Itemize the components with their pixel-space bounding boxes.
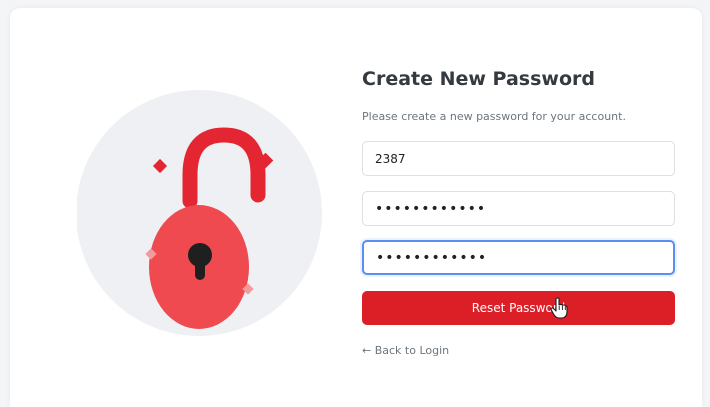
verification-code-input[interactable]	[362, 141, 675, 176]
back-to-login-link[interactable]: ← Back to Login	[362, 344, 449, 357]
hand-pointer-icon	[550, 297, 568, 319]
new-password-input[interactable]	[362, 191, 675, 226]
confirm-password-input[interactable]	[362, 240, 675, 275]
page: Create New Password Please create a new …	[0, 0, 710, 407]
reset-password-button[interactable]: Reset Password	[362, 291, 675, 325]
page-title: Create New Password	[362, 68, 595, 90]
unlocked-padlock-icon	[77, 90, 322, 336]
reset-password-card: Create New Password Please create a new …	[10, 8, 702, 407]
page-subtitle: Please create a new password for your ac…	[362, 110, 626, 123]
